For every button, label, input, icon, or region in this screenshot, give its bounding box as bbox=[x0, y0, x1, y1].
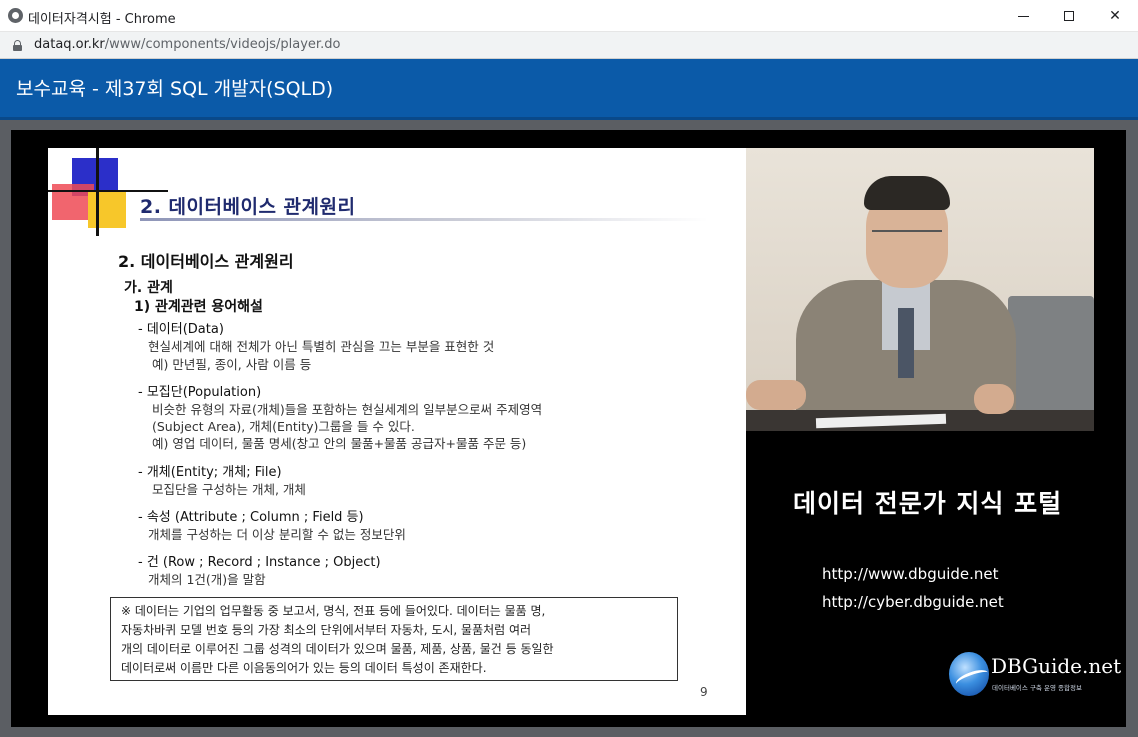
close-icon: ✕ bbox=[1109, 8, 1121, 24]
url-host: dataq.or.kr bbox=[34, 37, 105, 52]
maximize-button[interactable] bbox=[1046, 0, 1092, 32]
window-titlebar: 데이터자격시험 - Chrome ✕ bbox=[0, 0, 1138, 32]
note-line: ※ 데이터는 기업의 업무활동 중 보고서, 명식, 전표 등에 들어있다. 데… bbox=[121, 604, 546, 618]
note-line: 데이터로써 이름만 다른 이음동의어가 있는 등의 데이터 특성이 존재한다. bbox=[121, 661, 487, 675]
maximize-icon bbox=[1064, 11, 1074, 21]
term-entity: - 개체(Entity; 개체; File) bbox=[138, 465, 282, 480]
note-box: ※ 데이터는 기업의 업무활동 중 보고서, 명식, 전표 등에 들어있다. 데… bbox=[110, 597, 678, 681]
slide-decoration bbox=[96, 148, 99, 236]
chrome-icon bbox=[8, 8, 23, 23]
dbguide-logo-tagline: 데이터베이스 구축 운영 종합정보 bbox=[992, 684, 1082, 692]
subsection-label: 1) 관계관련 용어해설 bbox=[134, 299, 263, 315]
video-player[interactable]: 2. 데이터베이스 관계원리 2. 데이터베이스 관계원리 가. 관계 1) 관… bbox=[11, 130, 1126, 727]
window-title: 데이터자격시험 - Chrome bbox=[28, 12, 176, 27]
term-data: - 데이터(Data) bbox=[138, 322, 224, 337]
note-line: 개의 데이터로 이루어진 그룹 성격의 데이터가 있으며 물품, 제품, 상품,… bbox=[121, 642, 554, 656]
term-attribute: - 속성 (Attribute ; Column ; Field 등) bbox=[138, 510, 364, 525]
term-desc: 현실세계에 대해 전체가 아닌 특별히 관심을 끄는 부분을 표현한 것 bbox=[148, 339, 495, 354]
portal-link-www: http://www.dbguide.net bbox=[822, 565, 999, 583]
lecturer-glasses bbox=[872, 230, 942, 244]
minimize-button[interactable] bbox=[1000, 0, 1046, 32]
address-bar[interactable]: dataq.or.kr/www/components/videojs/playe… bbox=[0, 32, 1138, 59]
lecturer-tie bbox=[898, 308, 914, 378]
monitor-shape bbox=[1008, 296, 1094, 416]
lock-icon[interactable] bbox=[13, 40, 22, 51]
dbguide-logo-icon bbox=[949, 652, 989, 696]
portal-link-cyber: http://cyber.dbguide.net bbox=[822, 593, 1004, 611]
slide-heading: 2. 데이터베이스 관계원리 bbox=[140, 196, 356, 218]
course-title: 보수교육 - 제37회 SQL 개발자(SQLD) bbox=[16, 78, 334, 100]
lecturer-hand bbox=[974, 384, 1014, 414]
slide-page-number: 9 bbox=[700, 685, 708, 699]
dbguide-logo-text: DBGuide.net bbox=[991, 654, 1122, 678]
term-desc: 모집단을 구성하는 개체, 개체 bbox=[152, 482, 306, 497]
slide-decoration bbox=[88, 192, 126, 228]
section-label: 가. 관계 bbox=[124, 280, 173, 296]
minimize-icon bbox=[1017, 15, 1029, 17]
term-desc: 개체를 구성하는 더 이상 분리할 수 없는 정보단위 bbox=[148, 527, 406, 542]
term-desc: 개체의 1건(개)을 말함 bbox=[148, 572, 266, 587]
page-header: 보수교육 - 제37회 SQL 개발자(SQLD) bbox=[0, 59, 1138, 120]
heading-rule bbox=[140, 218, 708, 221]
portal-title: 데이터 전문가 지식 포털 bbox=[793, 489, 1063, 518]
lecturer-hair bbox=[864, 176, 950, 210]
lecturer-hand bbox=[746, 380, 806, 410]
url-path: /www/components/videojs/player.do bbox=[104, 37, 341, 52]
slide-subtitle: 2. 데이터베이스 관계원리 bbox=[118, 252, 294, 271]
term-population: - 모집단(Population) bbox=[138, 385, 262, 400]
term-desc: 예) 영업 데이터, 물품 명세(창고 안의 물품+물품 공급자+물품 주문 등… bbox=[152, 436, 527, 451]
term-row: - 건 (Row ; Record ; Instance ; Object) bbox=[138, 555, 381, 570]
note-line: 자동차바퀴 모델 번호 등의 가장 최소의 단위에서부터 자동차, 도시, 물품… bbox=[121, 623, 532, 637]
player-frame: 2. 데이터베이스 관계원리 2. 데이터베이스 관계원리 가. 관계 1) 관… bbox=[0, 120, 1138, 737]
close-button[interactable]: ✕ bbox=[1092, 0, 1138, 32]
lecturer-video bbox=[746, 148, 1094, 431]
url-text[interactable]: dataq.or.kr/www/components/videojs/playe… bbox=[34, 37, 340, 52]
term-desc: 예) 만년필, 종이, 사람 이름 등 bbox=[152, 357, 312, 372]
lecture-slide: 2. 데이터베이스 관계원리 2. 데이터베이스 관계원리 가. 관계 1) 관… bbox=[48, 148, 746, 715]
